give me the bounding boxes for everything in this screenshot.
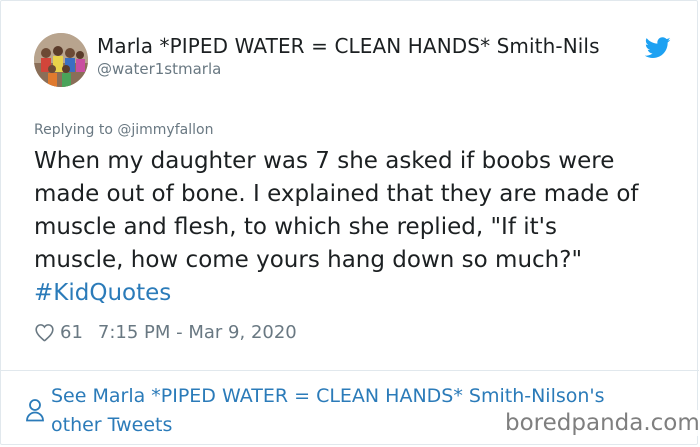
see-more-line: See Marla *PIPED WATER = CLEAN HANDS* Sm… xyxy=(51,385,605,407)
hashtag-link[interactable]: #KidQuotes xyxy=(34,277,684,310)
avatar-photo xyxy=(34,33,88,87)
display-name[interactable]: Marla *PIPED WATER = CLEAN HANDS* Smith-… xyxy=(97,34,600,58)
tweet-line: made out of bone. I explained that they … xyxy=(34,181,639,207)
person-icon[interactable] xyxy=(25,398,45,422)
tweet-line: muscle and flesh, to which she replied, … xyxy=(34,214,557,240)
tweet-meta: 61 7:15 PM - Mar 9, 2020 xyxy=(34,320,297,344)
tweet-line: muscle, how come yours hang down so much… xyxy=(34,247,583,273)
tweet-line: When my daughter was 7 she asked if boob… xyxy=(34,148,615,174)
avatar[interactable] xyxy=(34,33,88,87)
heart-icon[interactable] xyxy=(34,322,55,343)
replying-to[interactable]: Replying to @jimmyfallon xyxy=(34,122,213,138)
divider xyxy=(1,370,699,371)
watermark: boredpanda.com xyxy=(505,410,700,436)
tweet-text: When my daughter was 7 she asked if boob… xyxy=(34,145,684,310)
like-count[interactable]: 61 xyxy=(60,322,83,343)
twitter-bird-icon[interactable] xyxy=(645,37,671,59)
user-handle[interactable]: @water1stmarla xyxy=(97,60,221,78)
tweet-timestamp[interactable]: 7:15 PM - Mar 9, 2020 xyxy=(98,322,297,343)
tweet-card: Marla *PIPED WATER = CLEAN HANDS* Smith-… xyxy=(0,0,699,445)
